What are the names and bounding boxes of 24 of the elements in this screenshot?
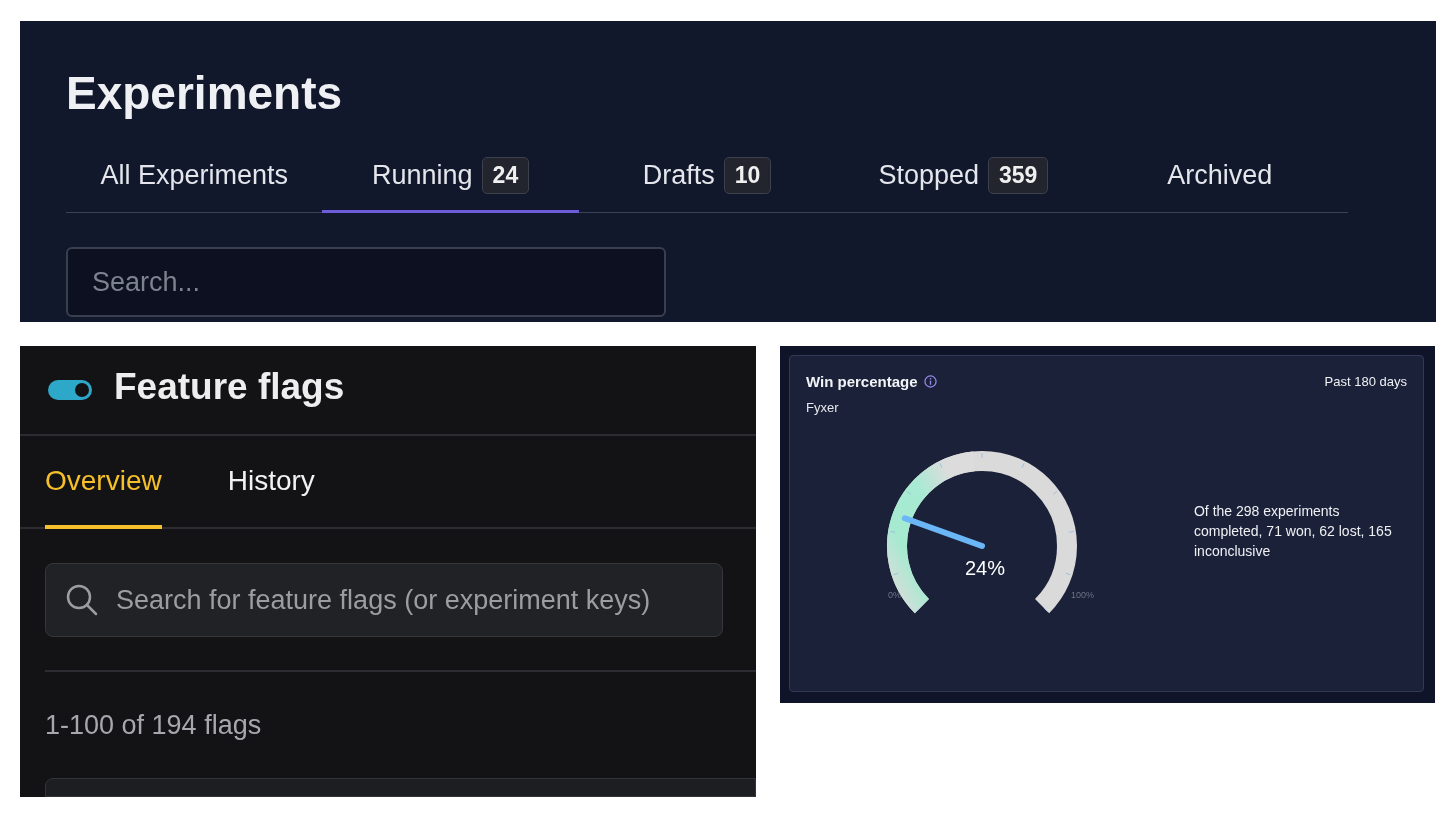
tab[interactable]: Drafts 10 [578, 141, 836, 213]
page-title: Feature flags [114, 366, 345, 408]
search-field[interactable]: Search for feature flags (or experiment keys) [45, 563, 723, 637]
page-title: Experiments [66, 67, 343, 119]
gauge-min-label: 0% [888, 590, 901, 600]
summary-text: Of the 298 experiments completed, 71 won, 62 lost, 165 inconclusive [1194, 501, 1393, 561]
count-badge: 359 [988, 157, 1049, 194]
flag-count: 1-100 of 194 flags [45, 710, 262, 741]
tab[interactable]: All Experiments [66, 141, 323, 213]
info-icon[interactable] [923, 375, 937, 388]
tab[interactable]: History [227, 436, 315, 529]
card-title: Win percentage [806, 373, 918, 390]
gauge-value: 24% [964, 557, 1005, 580]
period-label: Past 180 days [1324, 374, 1407, 389]
tab[interactable]: Stopped 359 [835, 141, 1092, 213]
tab[interactable]: Overview [45, 436, 162, 529]
search-field[interactable]: Search... [66, 247, 666, 317]
count-badge: 24 [481, 157, 530, 194]
tab[interactable]: Running 24 [322, 141, 579, 213]
gauge-max-label: 100% [1070, 590, 1094, 600]
card-subtitle: Fyxer [806, 400, 839, 415]
count-badge: 10 [723, 157, 772, 194]
search-icon [66, 584, 98, 616]
tab[interactable]: Archived [1091, 141, 1349, 213]
